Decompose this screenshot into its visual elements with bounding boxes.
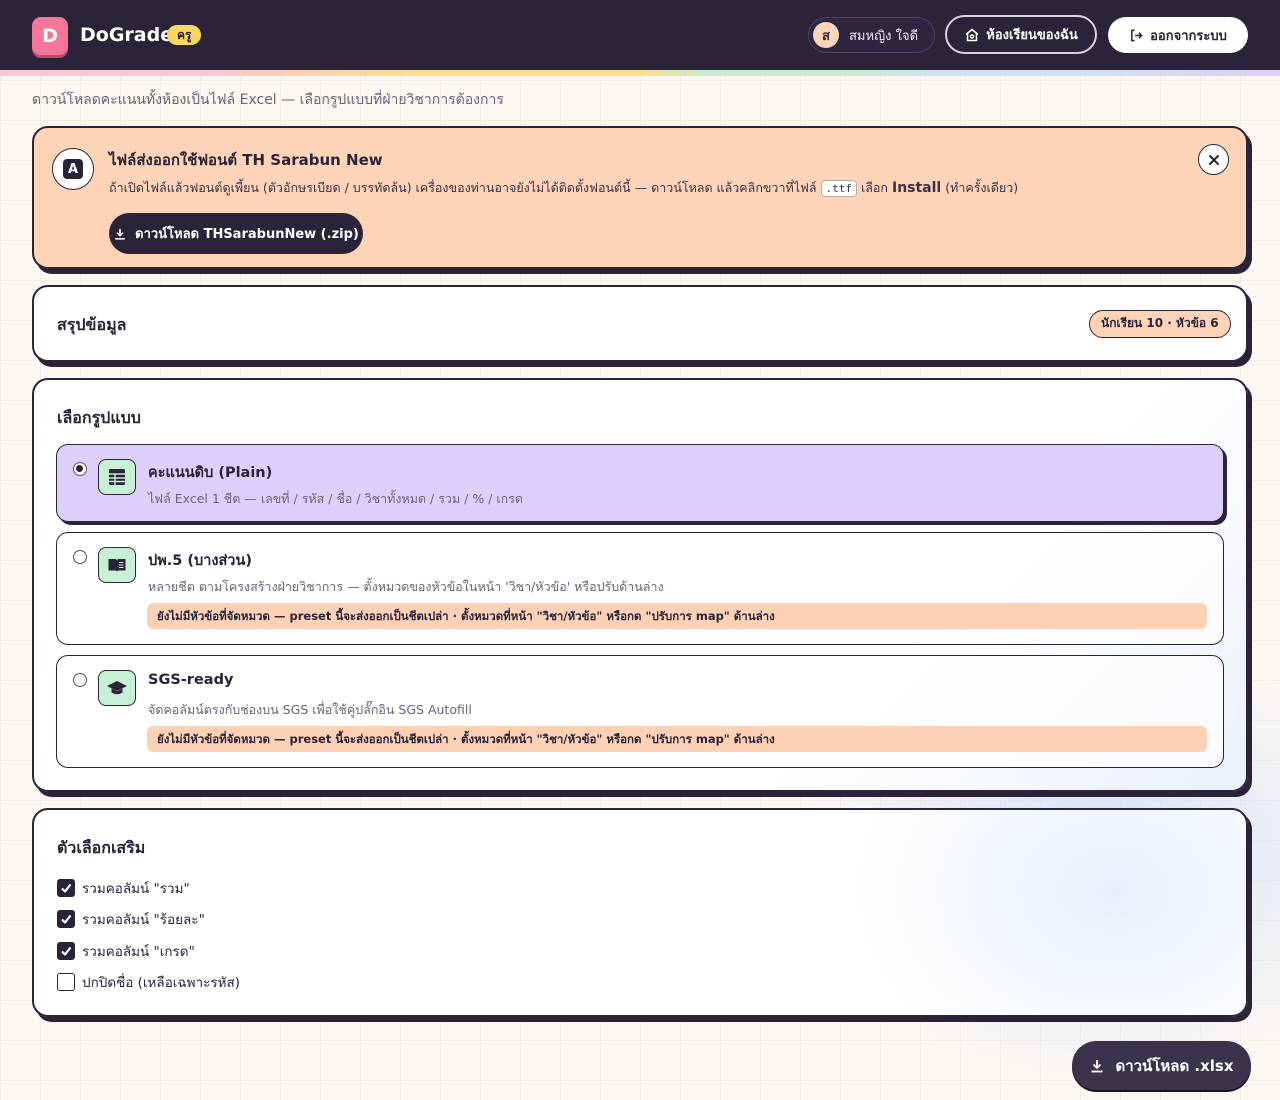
my-class-button[interactable]: ห้องเรียนของฉัน <box>945 15 1097 54</box>
app-logo[interactable]: D <box>32 17 68 55</box>
option-title: คะแนนดิบ (Plain) <box>148 465 273 481</box>
download-xlsx-button[interactable]: ดาวน์โหลด .xlsx <box>1072 1041 1251 1090</box>
font-desc-text: ถ้าเปิดไฟล์แล้วฟอนต์ดูเพี้ยน (ตัวอักษรเบ… <box>109 180 817 195</box>
font-notice-description: ถ้าเปิดไฟล์แล้วฟอนต์ดูเพี้ยน (ตัวอักษรเบ… <box>109 178 1018 198</box>
extra-options-title: ตัวเลือกเสริม <box>57 838 146 857</box>
check-icon <box>61 883 72 893</box>
my-class-label: ห้องเรียนของฉัน <box>986 28 1078 43</box>
checkbox-label: ปกปิดชื่อ (เหลือเฉพาะรหัส) <box>82 975 240 991</box>
check-icon <box>61 914 72 924</box>
option-title: ปพ.5 (บางส่วน) <box>148 553 252 569</box>
download-icon <box>115 228 125 240</box>
option-description: ไฟล์ Excel 1 ชีต — เลขที่ / รหัส / ชื่อ … <box>148 491 524 506</box>
ttf-code: .ttf <box>820 180 857 197</box>
logout-button[interactable]: ออกจากระบบ <box>1108 17 1248 53</box>
option-description: จัดคอลัมน์ตรงกับช่องบน SGS เพื่อใช้คู่ปล… <box>148 702 472 717</box>
graduation-cap-icon <box>98 670 136 706</box>
format-option-sgs[interactable]: SGS-ready จัดคอลัมน์ตรงกับช่องบน SGS เพื… <box>56 655 1224 768</box>
checkbox-hide-names[interactable] <box>57 973 75 991</box>
logout-label: ออกจากระบบ <box>1150 28 1227 44</box>
role-badge: ครู <box>167 25 202 45</box>
option-title: SGS-ready <box>148 672 234 688</box>
install-text: Install <box>891 180 942 196</box>
summary-count-badge: นักเรียน 10 · หัวข้อ 6 <box>1089 310 1231 338</box>
font-desc-once-text: (ทำครั้งเดียว) <box>945 180 1019 195</box>
book-svg-icon <box>108 559 126 572</box>
user-name: สมหญิง ใจดี <box>849 28 919 44</box>
summary-title: สรุปข้อมูล <box>57 315 127 334</box>
book-icon <box>98 547 136 583</box>
option-include-total[interactable]: รวมคอลัมน์ "รวม" <box>57 877 190 899</box>
checkbox-label: รวมคอลัมน์ "เกรด" <box>82 944 195 960</box>
close-icon <box>1208 154 1219 165</box>
option-include-percent[interactable]: รวมคอลัมน์ "ร้อยละ" <box>57 908 205 930</box>
checkbox-label: รวมคอลัมน์ "รวม" <box>82 881 190 897</box>
download-font-zip-button[interactable]: ดาวน์โหลด THSarabunNew (.zip) <box>109 213 363 254</box>
format-option-plain[interactable]: คะแนนดิบ (Plain) ไฟล์ Excel 1 ชีต — เลขท… <box>56 444 1224 522</box>
option-warning: ยังไม่มีหัวข้อที่จัดหมวด — preset นี้จะส… <box>147 603 1207 629</box>
extra-options-card: ตัวเลือกเสริม รวมคอลัมน์ "รวม" รวมคอลัมน… <box>32 808 1248 1017</box>
check-icon <box>61 946 72 956</box>
top-navbar: D DoGrade ครู ส สมหญิง ใจดี ห้องเรียนของ… <box>0 0 1280 70</box>
option-warning: ยังไม่มีหัวข้อที่จัดหมวด — preset นี้จะส… <box>147 726 1207 752</box>
app-name: DoGrade <box>80 24 174 46</box>
plain-radio[interactable] <box>73 462 87 476</box>
checkbox-percent[interactable] <box>57 910 75 928</box>
page-subtitle: ดาวน์โหลดคะแนนทั้งห้องเป็นไฟล์ Excel — เ… <box>32 92 504 108</box>
pp5-radio[interactable] <box>73 550 87 564</box>
font-desc-select-text: เลือก <box>860 180 888 195</box>
table-icon <box>98 459 136 495</box>
download-icon <box>1091 1059 1103 1072</box>
option-include-grade[interactable]: รวมคอลัมน์ "เกรด" <box>57 940 195 962</box>
checkbox-label: รวมคอลัมน์ "ร้อยละ" <box>82 912 205 928</box>
home-classroom-icon <box>965 28 979 41</box>
sgs-radio[interactable] <box>73 673 87 687</box>
logout-icon <box>1131 29 1143 41</box>
format-option-pp5[interactable]: ปพ.5 (บางส่วน) หลายชีต ตามโครงสร้างฝ่ายว… <box>56 532 1224 645</box>
graduation-cap-svg-icon <box>107 681 127 695</box>
checkbox-grade[interactable] <box>57 942 75 960</box>
download-xlsx-label: ดาวน์โหลด .xlsx <box>1115 1056 1234 1075</box>
format-title: เลือกรูปแบบ <box>57 408 141 427</box>
format-card: เลือกรูปแบบ คะแนนดิบ (Plain) ไฟล์ Excel … <box>32 378 1248 792</box>
download-zip-label: ดาวน์โหลด THSarabunNew (.zip) <box>135 227 359 242</box>
option-hide-names[interactable]: ปกปิดชื่อ (เหลือเฉพาะรหัส) <box>57 971 240 993</box>
font-notice-title: ไฟล์ส่งออกใช้ฟอนต์ TH Sarabun New <box>109 151 383 169</box>
summary-card: สรุปข้อมูล นักเรียน 10 · หัวข้อ 6 <box>32 285 1248 362</box>
avatar: ส <box>813 22 839 48</box>
rainbow-divider <box>0 70 1280 76</box>
close-notice-button[interactable] <box>1198 144 1229 175</box>
font-notice-card: A ไฟล์ส่งออกใช้ฟอนต์ TH Sarabun New ถ้าเ… <box>32 126 1248 269</box>
table-svg-icon <box>109 469 125 485</box>
font-icon-letter: A <box>63 159 83 179</box>
checkbox-total[interactable] <box>57 879 75 897</box>
user-chip[interactable]: ส สมหญิง ใจดี <box>808 17 935 53</box>
font-icon: A <box>52 148 94 190</box>
option-description: หลายชีต ตามโครงสร้างฝ่ายวิชาการ — ตั้งหม… <box>148 579 664 594</box>
logo-letter: D <box>42 25 58 47</box>
